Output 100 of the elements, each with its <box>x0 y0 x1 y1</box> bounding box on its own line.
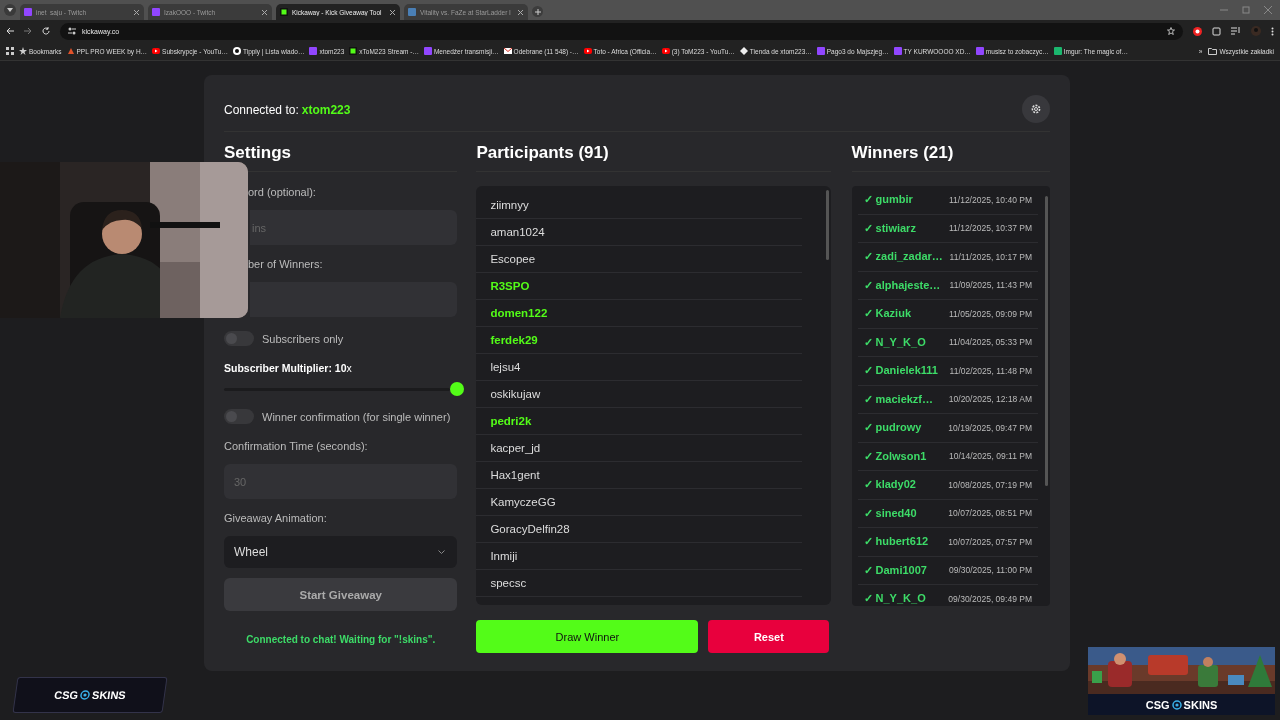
play-icon <box>661 47 670 55</box>
caret-icon <box>7 8 13 12</box>
close-icon[interactable] <box>261 8 268 16</box>
winner-name: ✓ Dami1007 <box>863 563 927 577</box>
chevron-icon <box>438 550 446 554</box>
logo-text: CSG <box>1145 698 1170 711</box>
settings-button[interactable] <box>1022 95 1050 123</box>
participant-name[interactable]: R3SPO <box>476 273 803 300</box>
win-time: 11/12/2025, 10:37 PM <box>948 223 1032 234</box>
new-tab-button[interactable] <box>532 6 543 17</box>
field-label: Giveaway Animation: <box>224 512 328 524</box>
mail-icon <box>503 47 512 55</box>
field-label: ord (optional): <box>247 186 317 198</box>
multiplier-label: Subscriber Multiplier: 10x <box>224 362 353 374</box>
close-icon[interactable] <box>389 8 396 16</box>
settings-icon <box>1030 103 1042 115</box>
media-icon[interactable] <box>1231 27 1241 35</box>
scrollbar[interactable] <box>825 190 829 260</box>
close-icon[interactable] <box>133 8 140 16</box>
logo-text: SKINS <box>1183 698 1218 711</box>
win-time: 10/14/2025, 09:11 PM <box>948 451 1032 462</box>
section-title: Winners (21) <box>851 137 1050 172</box>
win-time: 10/08/2025, 07:19 PM <box>948 479 1032 490</box>
participant-name[interactable]: kacper_jd <box>476 435 803 462</box>
participant-name[interactable]: domen122 <box>476 300 803 327</box>
play-icon <box>152 47 161 55</box>
site-icon <box>408 8 416 16</box>
winner-name: ✓ Zolwson1 <box>863 449 927 463</box>
site-settings-icon <box>68 27 76 35</box>
participant-name[interactable]: Inmiji <box>476 543 803 570</box>
plus-icon <box>534 8 541 15</box>
reload-icon[interactable] <box>42 27 50 35</box>
toggle-switch[interactable] <box>224 331 254 346</box>
win-time: 09/30/2025, 11:00 PM <box>948 565 1032 576</box>
toggle-label: Winner confirmation (for single winner) <box>262 410 451 423</box>
toggle-switch[interactable] <box>224 409 254 424</box>
winner-name: ✓ pudrowy <box>863 421 922 435</box>
tab-list-button[interactable] <box>4 4 16 16</box>
win-time: 10/20/2025, 12:18 AM <box>948 394 1032 405</box>
winner-name: ✓ Danielek111 <box>863 364 938 378</box>
logo-text: SKINS <box>91 689 127 701</box>
channel-name: xtom223 <box>301 103 351 117</box>
winner-name: ✓ maciekzf… <box>863 392 934 406</box>
extension-icon[interactable] <box>1193 26 1202 36</box>
folder-icon <box>1208 47 1218 55</box>
winner-name: ✓ N_Y_K_O <box>863 592 926 606</box>
winner-name: ✓ sined40 <box>863 506 917 520</box>
target-icon <box>79 690 91 700</box>
forward-icon[interactable] <box>24 27 32 35</box>
participant-name[interactable]: pedri2k <box>476 408 803 435</box>
winner-name: ✓ N_Y_K_O <box>863 335 926 349</box>
participant-name[interactable]: aman1024 <box>476 219 803 246</box>
menu-icon[interactable] <box>1271 26 1274 36</box>
field-label: ber of Winners: <box>247 258 324 270</box>
reset-button[interactable]: Reset <box>708 620 830 653</box>
animation-dropdown[interactable]: Wheel <box>224 536 458 568</box>
winner-name: ✓ Kaziuk <box>863 307 911 321</box>
diamond-icon <box>739 47 748 55</box>
participant-name[interactable]: Hax1gent <box>476 462 803 489</box>
participant-name[interactable]: KamyczeGG <box>476 489 803 516</box>
status-message: Connected to chat! Waiting for "!skins". <box>245 634 437 645</box>
winner-name: ✓ hubert612 <box>863 535 929 549</box>
win-time: 11/05/2025, 09:09 PM <box>948 308 1032 319</box>
participant-name[interactable]: oskikujaw <box>476 381 803 408</box>
win-time: 10/19/2025, 09:47 PM <box>948 422 1032 433</box>
win-time: 11/04/2025, 05:33 PM <box>948 337 1032 348</box>
close-icon[interactable] <box>517 8 524 16</box>
draw-winner-button[interactable]: Draw Winner <box>476 620 699 653</box>
back-icon[interactable] <box>6 27 14 35</box>
bookmark-star-icon[interactable] <box>1167 27 1175 35</box>
toggle-label: Subscribers only <box>262 332 344 345</box>
apps-icon[interactable] <box>6 47 14 55</box>
winner-name: ✓ gumbir <box>863 193 913 207</box>
winner-name: ✓ klady02 <box>863 478 916 492</box>
field-label: Confirmation Time (seconds): <box>224 440 369 452</box>
win-time: 11/12/2025, 10:40 PM <box>948 194 1032 205</box>
winner-name: ✓ alphajeste… <box>863 278 941 292</box>
win-time: 10/07/2025, 07:57 PM <box>948 536 1032 547</box>
win-time: 11/02/2025, 11:48 PM <box>949 365 1032 376</box>
star-icon <box>19 47 27 55</box>
connection-label: Connected to: <box>224 103 299 117</box>
win-time: 09/30/2025, 09:49 PM <box>948 593 1032 604</box>
win-time: 10/07/2025, 08:51 PM <box>948 508 1032 519</box>
participant-name[interactable]: Escopee <box>476 246 803 273</box>
winner-name: ✓ stiwiarz <box>863 221 916 235</box>
play-icon <box>583 47 592 55</box>
participant-name[interactable]: lejsu4 <box>476 354 803 381</box>
start-giveaway-button[interactable]: Start Giveaway <box>224 578 458 611</box>
winner-name: ✓ zadi_zadar… <box>863 250 943 264</box>
scrollbar[interactable] <box>1045 196 1048 486</box>
win-time: 11/09/2025, 11:43 PM <box>949 280 1032 291</box>
participant-name[interactable]: specsc <box>476 570 803 597</box>
participant-name[interactable]: ferdek29 <box>476 327 803 354</box>
section-title: Participants (91) <box>476 137 831 172</box>
participant-name[interactable]: GoracyDelfin28 <box>476 516 803 543</box>
slider-thumb[interactable] <box>450 382 464 396</box>
logo-text: CSG <box>53 689 79 701</box>
win-time: 11/11/2025, 10:17 PM <box>949 251 1032 262</box>
participant-name[interactable]: ziimnyy <box>476 192 803 219</box>
target-icon <box>1171 699 1182 710</box>
